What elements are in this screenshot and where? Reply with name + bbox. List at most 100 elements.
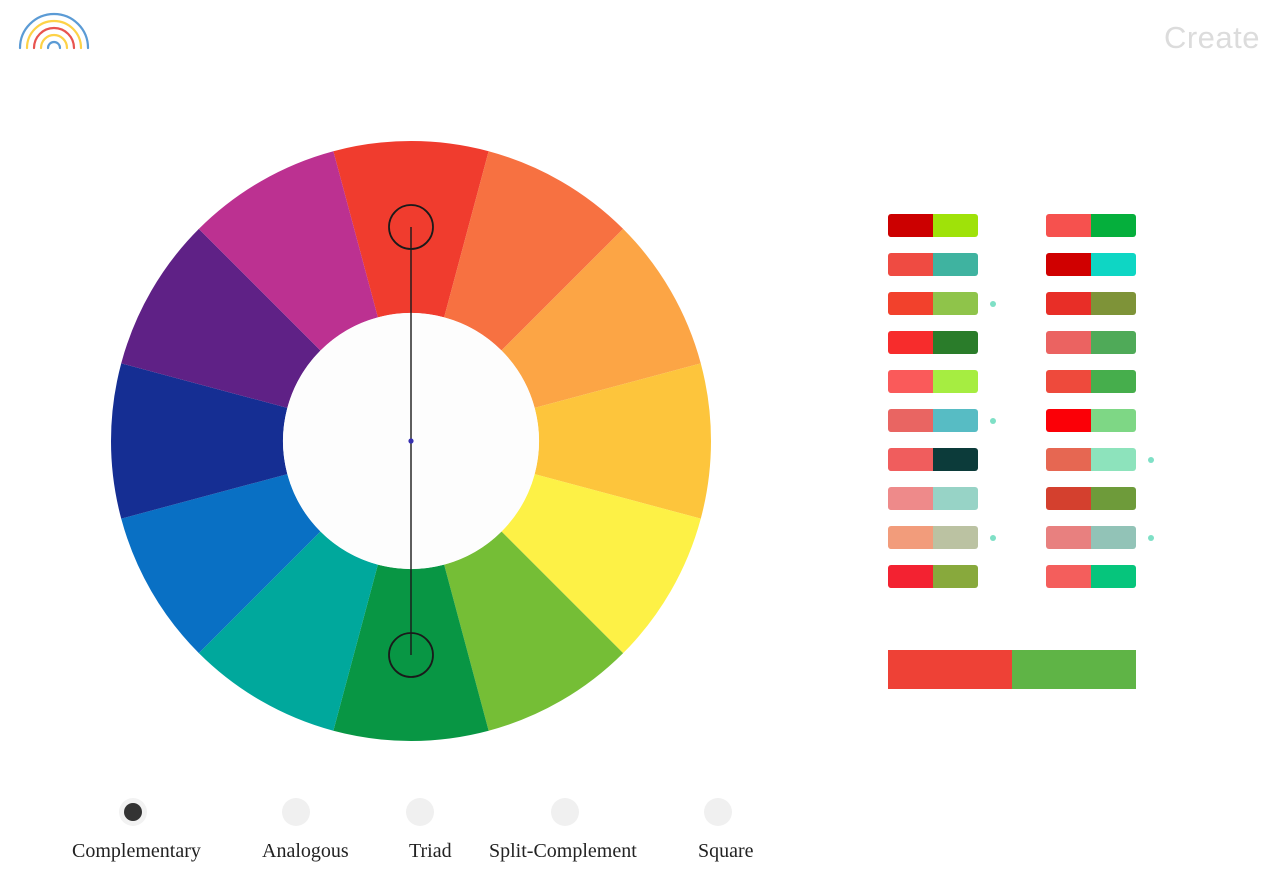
palette-swatch-row[interactable] — [888, 565, 978, 588]
palette-panel — [888, 214, 1178, 594]
app-header: Create — [0, 0, 1274, 70]
palette-swatch-primary[interactable] — [888, 409, 933, 432]
harmony-option-label: Complementary — [72, 840, 201, 862]
wheel-center-dot — [408, 438, 414, 444]
harmony-radio-inner — [709, 803, 727, 821]
harmony-option-square[interactable]: Square — [698, 798, 754, 863]
palette-swatch-row[interactable] — [1046, 214, 1136, 237]
harmony-radio-inner — [124, 803, 142, 821]
palette-swatch-primary[interactable] — [1046, 214, 1091, 237]
harmony-radio-button[interactable] — [282, 798, 310, 826]
harmony-option-split-complement[interactable]: Split-Complement — [489, 798, 637, 863]
palette-swatch-row[interactable] — [888, 292, 996, 315]
harmony-option-label: Split-Complement — [489, 840, 637, 862]
palette-marker-dot — [990, 535, 996, 541]
palette-marker-dot — [990, 418, 996, 424]
rainbow-logo-icon[interactable] — [16, 8, 92, 50]
palette-swatch-primary[interactable] — [888, 526, 933, 549]
palette-swatch-row[interactable] — [1046, 331, 1136, 354]
palette-swatch-secondary[interactable] — [933, 253, 978, 276]
palette-swatch-primary[interactable] — [1046, 565, 1091, 588]
palette-swatch-secondary[interactable] — [933, 409, 978, 432]
palette-column-left — [888, 214, 996, 604]
harmony-radio-button[interactable] — [551, 798, 579, 826]
palette-swatch-primary[interactable] — [888, 487, 933, 510]
palette-swatch-primary[interactable] — [1046, 487, 1091, 510]
palette-swatch-secondary[interactable] — [933, 292, 978, 315]
palette-swatch-primary[interactable] — [1046, 331, 1091, 354]
palette-swatch-secondary[interactable] — [1091, 565, 1136, 588]
harmony-radio-button[interactable] — [704, 798, 732, 826]
palette-swatch-secondary[interactable] — [1091, 448, 1136, 471]
palette-swatch-primary[interactable] — [888, 214, 933, 237]
harmony-radio-button[interactable] — [119, 798, 147, 826]
result-primary-swatch[interactable] — [888, 650, 1012, 689]
palette-swatch-row[interactable] — [888, 409, 996, 432]
palette-marker-dot — [990, 301, 996, 307]
rainbow-logo-svg — [18, 12, 90, 50]
palette-swatch-primary[interactable] — [888, 253, 933, 276]
palette-swatch-row[interactable] — [888, 526, 996, 549]
harmony-radio-button[interactable] — [406, 798, 434, 826]
palette-swatch-row[interactable] — [1046, 448, 1154, 471]
harmony-option-label: Square — [698, 840, 754, 862]
palette-swatch-secondary[interactable] — [1091, 409, 1136, 432]
palette-swatch-row[interactable] — [888, 448, 978, 471]
palette-marker-dot — [1148, 535, 1154, 541]
harmony-radio-inner — [287, 803, 305, 821]
palette-swatch-row[interactable] — [1046, 370, 1136, 393]
palette-column-right — [1046, 214, 1154, 604]
palette-swatch-secondary[interactable] — [1091, 214, 1136, 237]
palette-swatch-row[interactable] — [888, 487, 978, 510]
palette-swatch-secondary[interactable] — [933, 370, 978, 393]
palette-swatch-primary[interactable] — [888, 370, 933, 393]
result-bar[interactable] — [888, 650, 1136, 689]
palette-swatch-secondary[interactable] — [1091, 292, 1136, 315]
palette-swatch-row[interactable] — [888, 214, 978, 237]
palette-swatch-secondary[interactable] — [933, 214, 978, 237]
palette-swatch-primary[interactable] — [888, 292, 933, 315]
color-wheel-container[interactable] — [110, 130, 720, 750]
palette-marker-dot — [1148, 457, 1154, 463]
palette-swatch-primary[interactable] — [888, 565, 933, 588]
palette-swatch-row[interactable] — [1046, 487, 1136, 510]
harmony-option-analogous[interactable]: Analogous — [262, 798, 349, 863]
palette-swatch-secondary[interactable] — [933, 448, 978, 471]
palette-swatch-row[interactable] — [1046, 565, 1136, 588]
harmony-option-label: Triad — [409, 840, 452, 862]
palette-swatch-secondary[interactable] — [1091, 370, 1136, 393]
palette-swatch-row[interactable] — [888, 370, 978, 393]
palette-swatch-row[interactable] — [888, 253, 978, 276]
palette-swatch-secondary[interactable] — [1091, 253, 1136, 276]
palette-swatch-primary[interactable] — [1046, 292, 1091, 315]
palette-swatch-row[interactable] — [1046, 409, 1136, 432]
color-wheel-svg[interactable] — [110, 130, 720, 750]
palette-swatch-secondary[interactable] — [933, 331, 978, 354]
palette-swatch-primary[interactable] — [1046, 448, 1091, 471]
palette-swatch-row[interactable] — [888, 331, 978, 354]
palette-swatch-primary[interactable] — [1046, 409, 1091, 432]
palette-swatch-primary[interactable] — [1046, 370, 1091, 393]
palette-swatch-row[interactable] — [1046, 526, 1154, 549]
palette-swatch-primary[interactable] — [888, 331, 933, 354]
harmony-option-label: Analogous — [262, 840, 349, 862]
harmony-radio-inner — [411, 803, 429, 821]
palette-swatch-secondary[interactable] — [933, 565, 978, 588]
palette-swatch-secondary[interactable] — [1091, 526, 1136, 549]
create-title: Create — [1163, 20, 1260, 55]
harmony-selector[interactable]: Complementary Analogous Triad Split-Complem… — [0, 798, 800, 888]
palette-swatch-secondary[interactable] — [933, 487, 978, 510]
palette-swatch-primary[interactable] — [888, 448, 933, 471]
harmony-option-triad[interactable]: Triad — [406, 798, 452, 863]
palette-swatch-secondary[interactable] — [1091, 487, 1136, 510]
palette-swatch-secondary[interactable] — [933, 526, 978, 549]
palette-swatch-row[interactable] — [1046, 292, 1136, 315]
palette-swatch-row[interactable] — [1046, 253, 1136, 276]
result-secondary-swatch[interactable] — [1012, 650, 1136, 689]
palette-swatch-primary[interactable] — [1046, 253, 1091, 276]
harmony-option-complementary[interactable]: Complementary — [72, 798, 201, 863]
palette-swatch-secondary[interactable] — [1091, 331, 1136, 354]
color-wheel-app: Create Complementary Analogous Triad Split-… — [0, 0, 1274, 893]
harmony-radio-inner — [556, 803, 574, 821]
palette-swatch-primary[interactable] — [1046, 526, 1091, 549]
